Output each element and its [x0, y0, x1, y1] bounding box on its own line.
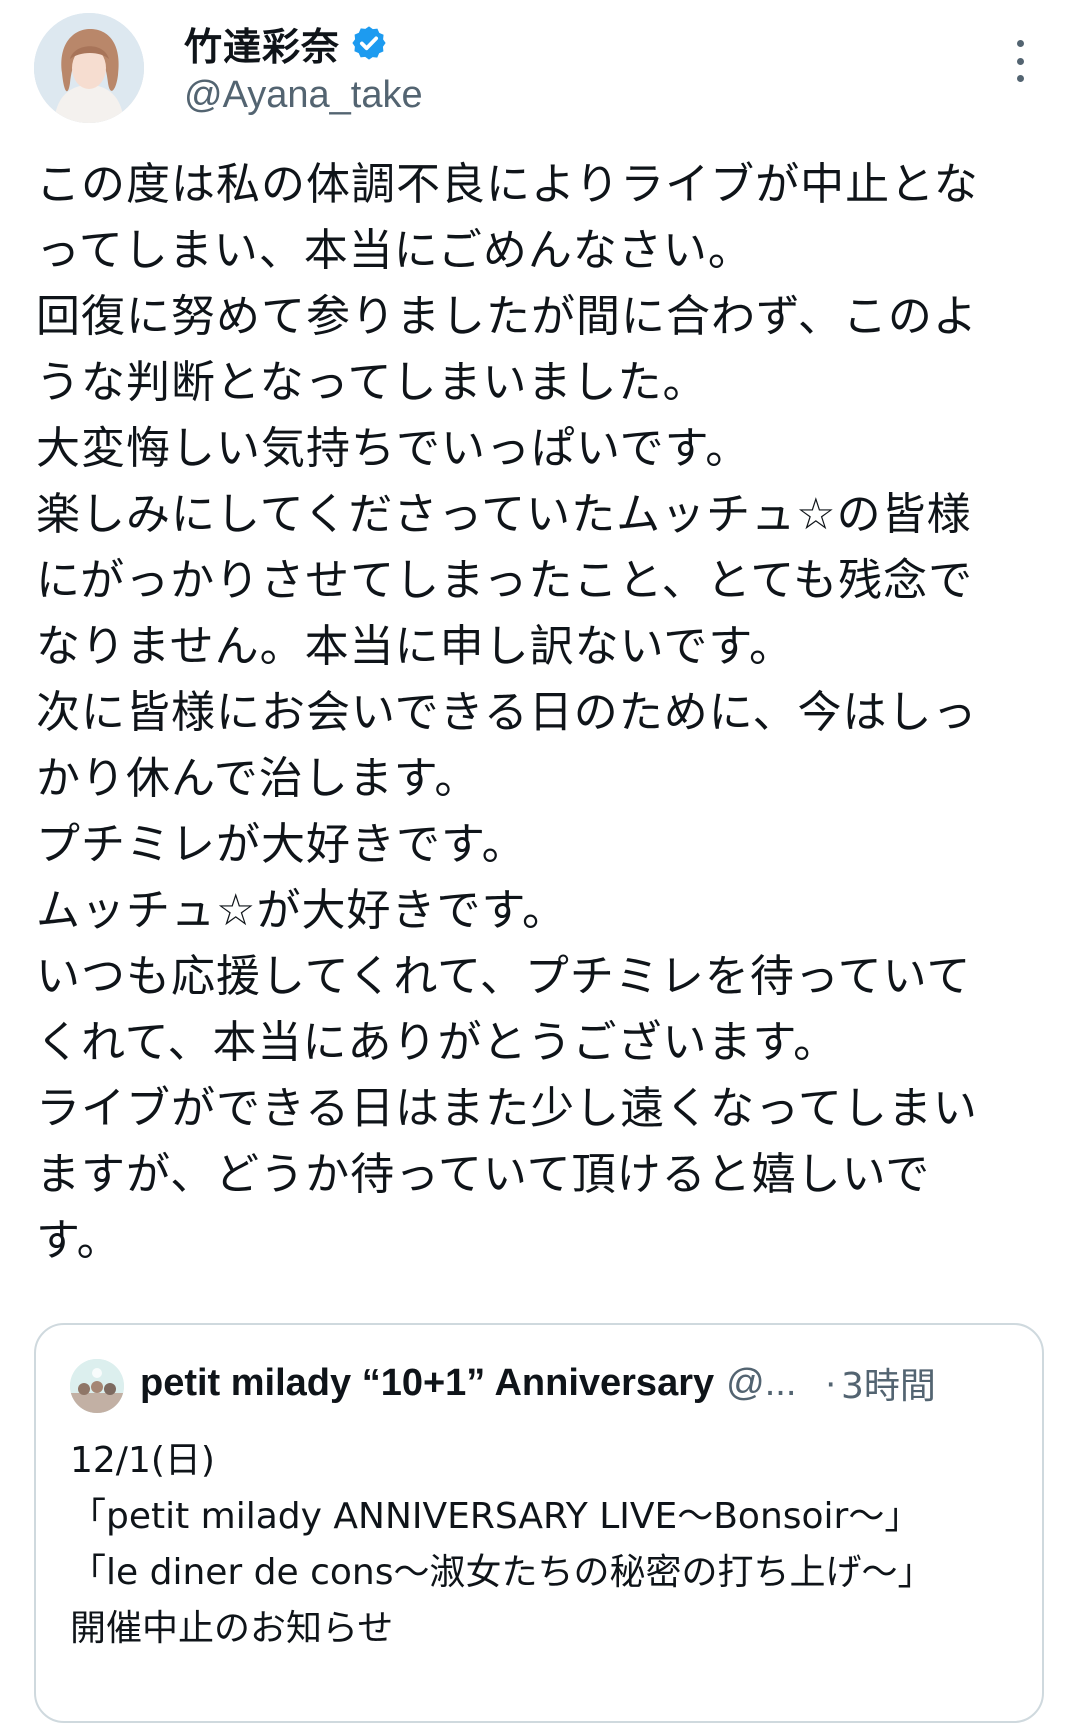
tweet-text: この度は私の体調不良によりライブが中止とな ってしまい、本当にごめんなさい。 回…	[36, 152, 1046, 1274]
author-info: 竹達彩奈 @Ayana_take	[184, 14, 423, 117]
quoted-line: 開催中止のお知らせ	[70, 1608, 394, 1649]
author-avatar[interactable]	[34, 13, 144, 123]
tweet-line: 大変悔しい気持ちでいっぱいです。	[36, 423, 751, 474]
more-dot	[1016, 40, 1024, 47]
more-dot	[1016, 75, 1024, 82]
tweet-line: す。	[36, 1215, 122, 1266]
quoted-tweet-text: 12/1(日) 「petit milady ANNIVERSARY LIVE～B…	[70, 1433, 1030, 1657]
quoted-author-name[interactable]: petit milady “10+1” Anniversary	[140, 1362, 714, 1405]
tweet-line: くれて、本当にありがとうございます。	[36, 1017, 839, 1068]
tweet-line: うな判断となってしまいました。	[36, 357, 708, 408]
tweet-line: 次に皆様にお会いできる日のために、今はしっ	[36, 687, 978, 738]
quoted-author-handle[interactable]: @...	[726, 1362, 796, 1405]
tweet-line: 回復に努めて参りましたが間に合わず、このよ	[36, 291, 978, 342]
tweet-line: なりません。本当に申し訳ないです。	[36, 621, 794, 672]
verified-badge-icon	[352, 26, 386, 60]
quoted-tweet-card[interactable]: petit milady “10+1” Anniversary @... · 3…	[34, 1323, 1044, 1723]
tweet-line: ライブができる日はまた少し遠くなってしまい	[36, 1083, 978, 1134]
quoted-line: 「le diner de cons～淑女たちの秘密の打ち上げ～」	[70, 1552, 934, 1593]
tweet-line: プチミレが大好きです。	[36, 819, 527, 870]
tweet-line: 楽しみにしてくださっていたムッチュ☆の皆様	[36, 489, 972, 540]
quoted-tweet-header: petit milady “10+1” Anniversary @... · 3…	[140, 1353, 1030, 1413]
tweet-line: この度は私の体調不良によりライブが中止とな	[36, 159, 979, 210]
more-vertical-icon[interactable]	[1005, 36, 1035, 86]
tweet-line: ムッチュ☆が大好きです。	[36, 885, 568, 936]
tweet-line: いつも応援してくれて、プチミレを待っていて	[36, 951, 972, 1002]
tweet-line: ってしまい、本当にごめんなさい。	[36, 225, 753, 276]
author-display-name[interactable]: 竹達彩奈	[184, 16, 340, 71]
quoted-author-avatar[interactable]	[70, 1359, 124, 1413]
separator-dot: ·	[824, 1361, 838, 1404]
author-handle[interactable]: @Ayana_take	[184, 74, 423, 117]
tweet-line: かり休んで治します。	[36, 753, 480, 804]
more-dot	[1016, 57, 1024, 65]
quoted-tweet-time[interactable]: 3時間	[841, 1357, 936, 1409]
quoted-line: 「petit milady ANNIVERSARY LIVE～Bonsoir～」	[70, 1496, 921, 1537]
quoted-line: 12/1(日)	[70, 1440, 215, 1481]
tweet-line: ますが、どうか待っていて頂けると嬉しいで	[36, 1149, 931, 1200]
tweet-header: 竹達彩奈 @Ayana_take	[0, 0, 1080, 140]
tweet-line: にがっかりさせてしまったこと、とても残念で	[36, 555, 974, 606]
display-name-row: 竹達彩奈	[184, 14, 423, 72]
